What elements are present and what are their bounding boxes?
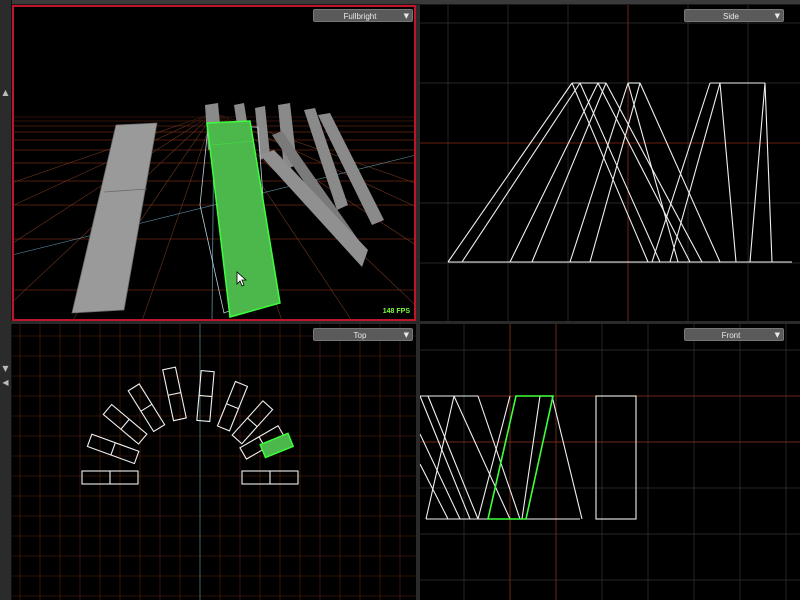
top-viewport[interactable]: Top ▼	[12, 324, 416, 600]
front-view-dropdown[interactable]: Front ▼	[684, 328, 784, 341]
side-wireframe	[447, 82, 792, 263]
viewport-toolbar-strip	[11, 0, 800, 4]
arrow-left-icon[interactable]: ◀	[1, 378, 10, 388]
viewport-divider-horizontal[interactable]	[11, 321, 800, 324]
top-view-dropdown[interactable]: Top ▼	[313, 328, 413, 341]
perspective-viewport[interactable]: Fullbright ▼ 148 FPS	[12, 5, 416, 321]
side-grid	[420, 5, 800, 321]
top-grid	[12, 324, 416, 600]
fps-counter: 148 FPS	[382, 308, 410, 315]
left-edge-strip: ▲ ▼ ◀	[0, 0, 12, 600]
render-mode-label: Fullbright	[343, 12, 377, 21]
viewport-divider-vertical[interactable]	[416, 5, 420, 600]
front-viewport[interactable]: Front ▼	[420, 324, 800, 600]
render-mode-dropdown[interactable]: Fullbright ▼	[313, 9, 413, 22]
mouse-pointer-icon	[236, 271, 248, 287]
arrow-down-icon[interactable]: ▼	[1, 364, 10, 374]
front-grid	[420, 324, 800, 600]
top-view-label: Top	[353, 331, 367, 340]
chevron-down-icon: ▼	[403, 331, 409, 339]
top-wireframe	[81, 366, 299, 485]
arrow-up-icon[interactable]: ▲	[1, 88, 10, 98]
side-viewport[interactable]: Side ▼	[420, 5, 800, 321]
chevron-down-icon: ▼	[774, 331, 780, 339]
front-wireframe	[420, 395, 637, 520]
front-view-label: Front	[721, 331, 741, 340]
side-view-label: Side	[722, 12, 739, 21]
side-view-dropdown[interactable]: Side ▼	[684, 9, 784, 22]
front-selected-slab	[486, 395, 554, 520]
chevron-down-icon: ▼	[403, 12, 409, 20]
chevron-down-icon: ▼	[774, 12, 780, 20]
